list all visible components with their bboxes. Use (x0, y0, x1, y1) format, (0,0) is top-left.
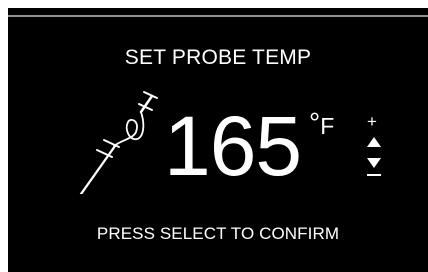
increase-button[interactable]: + (364, 113, 380, 131)
confirm-instruction: PRESS SELECT TO CONFIRM (96, 224, 340, 243)
temperature-unit: °F (309, 109, 335, 140)
page-title: SET PROBE TEMP (124, 46, 312, 69)
unit-label: F (320, 113, 335, 139)
triangle-up-icon[interactable] (367, 137, 381, 147)
triangle-down-icon[interactable] (367, 158, 381, 168)
degree-symbol: ° (309, 107, 321, 138)
decrease-button[interactable] (367, 174, 381, 176)
top-divider (8, 15, 428, 17)
temperature-probe-icon (79, 91, 158, 194)
temperature-value: 165 (164, 99, 302, 193)
probe-temp-screen: SET PROBE TEMP 165 °F + PRESS SELECT TO … (8, 8, 428, 272)
